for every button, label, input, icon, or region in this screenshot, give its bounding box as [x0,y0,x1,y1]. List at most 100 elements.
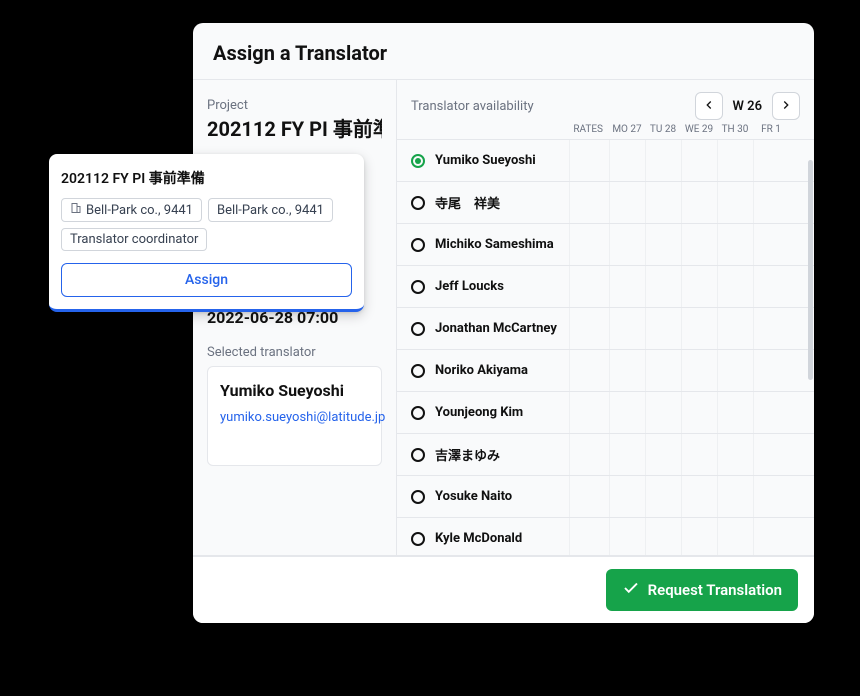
project-panel: Project 202112 FY PI 事前準 2022-06-28 07:0… [193,80,396,555]
day-cell [609,308,645,349]
day-cell [717,350,753,391]
modal-body: Project 202112 FY PI 事前準 2022-06-28 07:0… [193,79,814,556]
translator-name: Younjeong Kim [435,405,523,420]
day-cell [753,308,789,349]
arrow-left-icon [702,97,716,116]
arrow-right-icon [779,97,793,116]
translator-radio[interactable] [411,154,425,168]
translator-name: Kyle McDonald [435,531,522,546]
week-label: W 26 [733,99,763,114]
day-cell [717,392,753,433]
day-cell [681,434,717,475]
translator-row[interactable]: Noriko Akiyama [397,350,814,392]
day-cell [609,518,645,555]
day-cell [645,266,681,307]
day-cell [609,476,645,517]
rates-column-header: RATES [569,124,609,135]
scrollbar-track[interactable] [808,160,813,547]
translator-name: 吉澤まゆみ [435,445,500,464]
day-column-header: TH 30 [717,124,753,135]
translator-radio[interactable] [411,196,425,210]
day-cell [609,392,645,433]
translator-radio[interactable] [411,448,425,462]
day-column-header: MO 27 [609,124,645,135]
modal-footer: Request Translation [193,556,814,623]
translator-name: Noriko Akiyama [435,363,528,378]
translator-row[interactable]: Yumiko Sueyoshi [397,140,814,182]
rates-cell [569,140,609,181]
translator-list[interactable]: Yumiko Sueyoshi 寺尾 祥美 Michiko SameshimaJef… [397,139,814,555]
day-cell [753,350,789,391]
translator-main[interactable]: Michiko Sameshima [397,224,569,265]
translator-main[interactable]: Jeff Loucks [397,266,569,307]
day-cell [681,350,717,391]
project-block: Project 202112 FY PI 事前準 [207,98,382,142]
day-cell [717,308,753,349]
project-name: 202112 FY PI 事前準 [207,113,382,142]
rates-cell [569,224,609,265]
translator-row[interactable]: Jeff Loucks [397,266,814,308]
day-cell [681,308,717,349]
translator-main[interactable]: Kyle McDonald [397,518,569,555]
day-cell [645,182,681,223]
translator-row[interactable]: Kyle McDonald [397,518,814,555]
building-icon [70,202,82,218]
day-cell [717,518,753,555]
popover-tags: Bell-Park co., 9441Bell-Park co., 9441Tr… [61,198,352,251]
translator-main[interactable]: Jonathan McCartney [397,308,569,349]
translator-name: 寺尾 祥美 [435,193,500,212]
rates-cell [569,308,609,349]
translator-radio[interactable] [411,364,425,378]
translator-radio[interactable] [411,406,425,420]
translator-row[interactable]: 吉澤まゆみ [397,434,814,476]
availability-panel: Translator availability W 26 [396,80,814,555]
translator-row[interactable]: Jonathan McCartney [397,308,814,350]
translator-row[interactable]: Younjeong Kim [397,392,814,434]
translator-main[interactable]: Younjeong Kim [397,392,569,433]
day-cell [753,476,789,517]
translator-main[interactable]: 寺尾 祥美 [397,182,569,223]
rates-cell [569,182,609,223]
translator-main[interactable]: Yosuke Naito [397,476,569,517]
day-cell [681,224,717,265]
translator-main[interactable]: Noriko Akiyama [397,350,569,391]
scrollbar-thumb[interactable] [808,160,813,380]
translator-radio[interactable] [411,238,425,252]
translator-radio[interactable] [411,490,425,504]
day-cell [717,224,753,265]
columns-header: RATES MO 27 TU 28 WE 29 TH 30 FR 1 [397,124,814,139]
translator-main[interactable]: 吉澤まゆみ [397,434,569,475]
assign-translator-modal: Assign a Translator Project 202112 FY PI… [193,23,814,623]
day-cell [681,392,717,433]
modal-title: Assign a Translator [193,23,814,79]
translator-radio[interactable] [411,532,425,546]
day-cell [717,266,753,307]
popover-tag[interactable]: Bell-Park co., 9441 [208,198,333,222]
day-cell [645,518,681,555]
check-icon [622,579,640,601]
next-week-button[interactable] [772,92,800,120]
request-translation-label: Request Translation [648,581,782,599]
popover-tag[interactable]: Bell-Park co., 9441 [61,198,202,222]
day-cell [753,392,789,433]
translator-radio[interactable] [411,322,425,336]
prev-week-button[interactable] [695,92,723,120]
rates-cell [569,350,609,391]
translator-row[interactable]: Michiko Sameshima [397,224,814,266]
selected-translator-email[interactable]: yumiko.sueyoshi@latitude.jp [220,410,369,425]
translator-row[interactable]: 寺尾 祥美 [397,182,814,224]
translator-radio[interactable] [411,280,425,294]
assign-button[interactable]: Assign [61,263,352,297]
day-column-header: TU 28 [645,124,681,135]
translator-main[interactable]: Yumiko Sueyoshi [397,140,569,181]
day-cell [609,182,645,223]
request-translation-button[interactable]: Request Translation [606,569,798,611]
rates-cell [569,266,609,307]
day-column-header: WE 29 [681,124,717,135]
day-cell [609,434,645,475]
popover-tag[interactable]: Translator coordinator [61,228,207,251]
day-cell [753,224,789,265]
translator-row[interactable]: Yosuke Naito [397,476,814,518]
day-cell [753,266,789,307]
rates-cell [569,434,609,475]
